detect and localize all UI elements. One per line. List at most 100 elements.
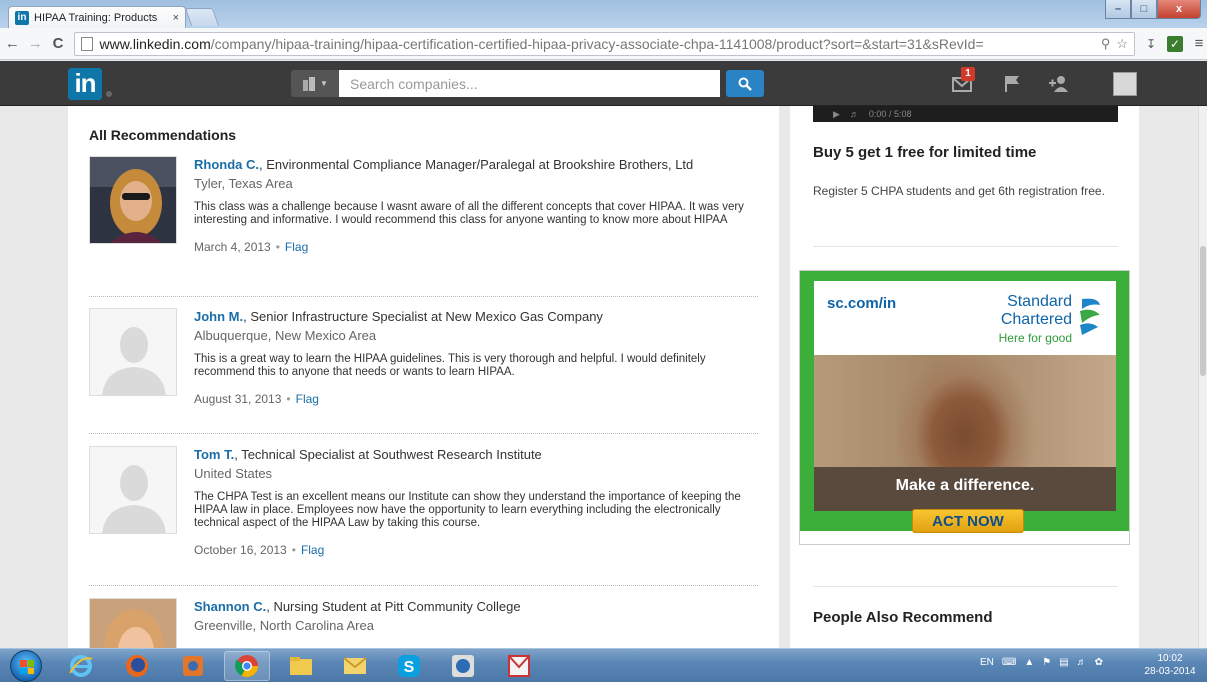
tab-close-icon[interactable]: × bbox=[173, 12, 179, 24]
profile-avatar[interactable] bbox=[1113, 72, 1137, 96]
search-input[interactable] bbox=[339, 70, 720, 97]
recommendation-date: October 16, 2013 bbox=[194, 543, 287, 557]
recommender-name-line: John M., Senior Infrastructure Specialis… bbox=[194, 308, 754, 325]
default-avatar-icon bbox=[90, 309, 176, 395]
recommender-name-line: Tom T., Technical Specialist at Southwes… bbox=[194, 446, 754, 463]
windows-logo-icon bbox=[20, 660, 34, 674]
meta-separator: • bbox=[275, 240, 280, 254]
recommender-name[interactable]: Tom T. bbox=[194, 447, 234, 462]
scrollbar-thumb[interactable] bbox=[1200, 246, 1206, 376]
keyboard-icon[interactable]: ⌨ bbox=[1002, 657, 1016, 668]
recommendation-date: March 4, 2013 bbox=[194, 240, 271, 254]
url-host: www.linkedin.com bbox=[99, 35, 211, 52]
ad-brand-line1: Standard bbox=[1007, 293, 1072, 310]
bookmark-star-icon[interactable]: ☆ bbox=[1116, 36, 1128, 52]
flag-link[interactable]: Flag bbox=[285, 240, 308, 254]
recommender-photo[interactable] bbox=[89, 598, 177, 648]
download-icon[interactable]: ↧ bbox=[1143, 36, 1159, 52]
recommendations-panel: All Recommendations Rhonda C., Environme… bbox=[68, 106, 779, 648]
notifications-flag-icon[interactable] bbox=[1000, 72, 1024, 96]
taskbar-firefox-icon[interactable] bbox=[114, 651, 160, 681]
taskbar-app-icon[interactable] bbox=[440, 651, 486, 681]
flag-link[interactable]: Flag bbox=[301, 543, 324, 557]
taskbar-outlook-icon[interactable] bbox=[332, 651, 378, 681]
building-icon bbox=[303, 76, 316, 91]
linkedin-logo[interactable]: in bbox=[68, 68, 102, 100]
recommendation-meta: October 16, 2013 • Flag bbox=[194, 543, 754, 557]
taskbar-ie-icon[interactable] bbox=[58, 651, 104, 681]
divider bbox=[89, 296, 758, 297]
maximize-button[interactable]: □ bbox=[1131, 0, 1157, 19]
back-arrow-icon[interactable]: ← bbox=[2, 33, 23, 55]
act-now-button[interactable]: ACT NOW bbox=[912, 509, 1024, 533]
ad-brand-line2: Chartered bbox=[1000, 311, 1072, 328]
recommender-photo[interactable] bbox=[89, 446, 177, 534]
recommender-location: United States bbox=[194, 466, 273, 481]
recommender-headline: , Senior Infrastructure Specialist at Ne… bbox=[243, 309, 603, 324]
search-button[interactable] bbox=[726, 70, 764, 97]
people-also-recommend-title: People Also Recommend bbox=[813, 609, 993, 626]
tray-expand-icon[interactable]: ▲ bbox=[1024, 657, 1034, 668]
volume-icon[interactable]: ♬ bbox=[1077, 657, 1087, 668]
chevron-down-icon: ▼ bbox=[320, 79, 328, 88]
play-icon[interactable]: ▶ bbox=[833, 109, 840, 120]
promo-text: Register 5 CHPA students and get 6th reg… bbox=[813, 184, 1105, 198]
taskbar-media-player-icon[interactable] bbox=[170, 651, 216, 681]
taskbar-clock[interactable]: 10:02 28-03-2014 bbox=[1140, 652, 1200, 678]
recommender-location: Tyler, Texas Area bbox=[194, 176, 293, 191]
recommender-photo[interactable] bbox=[89, 308, 177, 396]
recommender-name[interactable]: Rhonda C. bbox=[194, 157, 259, 172]
menu-icon[interactable]: ≡ bbox=[1191, 35, 1207, 52]
start-button[interactable] bbox=[10, 650, 42, 682]
action-center-flag-icon[interactable]: ⚑ bbox=[1042, 657, 1051, 668]
section-title: All Recommendations bbox=[89, 127, 237, 143]
page-scrollbar[interactable] bbox=[1198, 106, 1207, 648]
ad-header: sc.com/in Standard Chartered Here for go… bbox=[814, 281, 1116, 355]
tray-app-icon[interactable]: ✿ bbox=[1095, 657, 1103, 668]
default-avatar-icon bbox=[90, 447, 176, 533]
video-player-controls[interactable]: ▶ ♬ 0:00 / 5:08 bbox=[813, 106, 1118, 122]
volume-icon[interactable]: ♬ bbox=[850, 109, 859, 119]
taskbar-mail-icon[interactable] bbox=[496, 651, 542, 681]
close-window-button[interactable]: x bbox=[1157, 0, 1201, 19]
taskbar-chrome-icon[interactable] bbox=[224, 651, 270, 681]
meta-separator: • bbox=[286, 392, 291, 406]
taskbar-skype-icon[interactable]: S bbox=[386, 651, 432, 681]
recommender-name[interactable]: Shannon C. bbox=[194, 599, 266, 614]
taskbar-explorer-icon[interactable] bbox=[278, 651, 324, 681]
language-indicator[interactable]: EN bbox=[980, 657, 994, 668]
reload-icon[interactable]: C bbox=[48, 33, 69, 55]
add-connections-icon[interactable] bbox=[1046, 72, 1072, 96]
logo-dot bbox=[106, 91, 112, 97]
search-icon bbox=[738, 77, 752, 91]
recommender-name-line: Rhonda C., Environmental Compliance Mana… bbox=[194, 156, 754, 173]
svg-text:S: S bbox=[404, 659, 415, 676]
search-type-dropdown[interactable]: ▼ bbox=[291, 70, 339, 97]
recommender-headline: , Nursing Student at Pitt Community Coll… bbox=[266, 599, 521, 614]
system-tray: EN ⌨ ▲ ⚑ ▤ ♬ ✿ bbox=[980, 657, 1103, 668]
url-bar[interactable]: www.linkedin.com/company/hipaa-training/… bbox=[74, 31, 1136, 56]
forward-arrow-icon[interactable]: → bbox=[25, 33, 46, 55]
linkedin-header: in ▼ 1 bbox=[0, 61, 1207, 106]
recommender-photo[interactable] bbox=[89, 156, 177, 244]
sidebar: ▶ ♬ 0:00 / 5:08 Buy 5 get 1 free for lim… bbox=[790, 106, 1139, 648]
page-content: All Recommendations Rhonda C., Environme… bbox=[0, 106, 1207, 648]
divider bbox=[89, 433, 758, 434]
extension-icon[interactable]: ✓ bbox=[1167, 35, 1184, 52]
new-tab-button[interactable] bbox=[184, 8, 220, 26]
url-path: /company/hipaa-training/hipaa-certificat… bbox=[210, 35, 984, 52]
ad-brand: Standard Chartered bbox=[1001, 293, 1072, 329]
network-icon[interactable]: ▤ bbox=[1059, 657, 1068, 668]
zoom-icon[interactable]: ⚲ bbox=[1101, 36, 1111, 52]
divider bbox=[89, 585, 758, 586]
flag-link[interactable]: Flag bbox=[296, 392, 319, 406]
advertisement[interactable]: sc.com/in Standard Chartered Here for go… bbox=[799, 270, 1130, 545]
ad-url[interactable]: sc.com/in bbox=[827, 295, 896, 312]
minimize-button[interactable]: – bbox=[1105, 0, 1131, 19]
ad-photo bbox=[814, 355, 1116, 467]
browser-tab[interactable]: in HIPAA Training: Products × bbox=[8, 6, 186, 28]
ad-headline: Make a difference. bbox=[895, 477, 1035, 494]
recommendation-meta: March 4, 2013 • Flag bbox=[194, 240, 754, 254]
recommender-name[interactable]: John M. bbox=[194, 309, 243, 324]
recommender-location: Albuquerque, New Mexico Area bbox=[194, 328, 377, 343]
